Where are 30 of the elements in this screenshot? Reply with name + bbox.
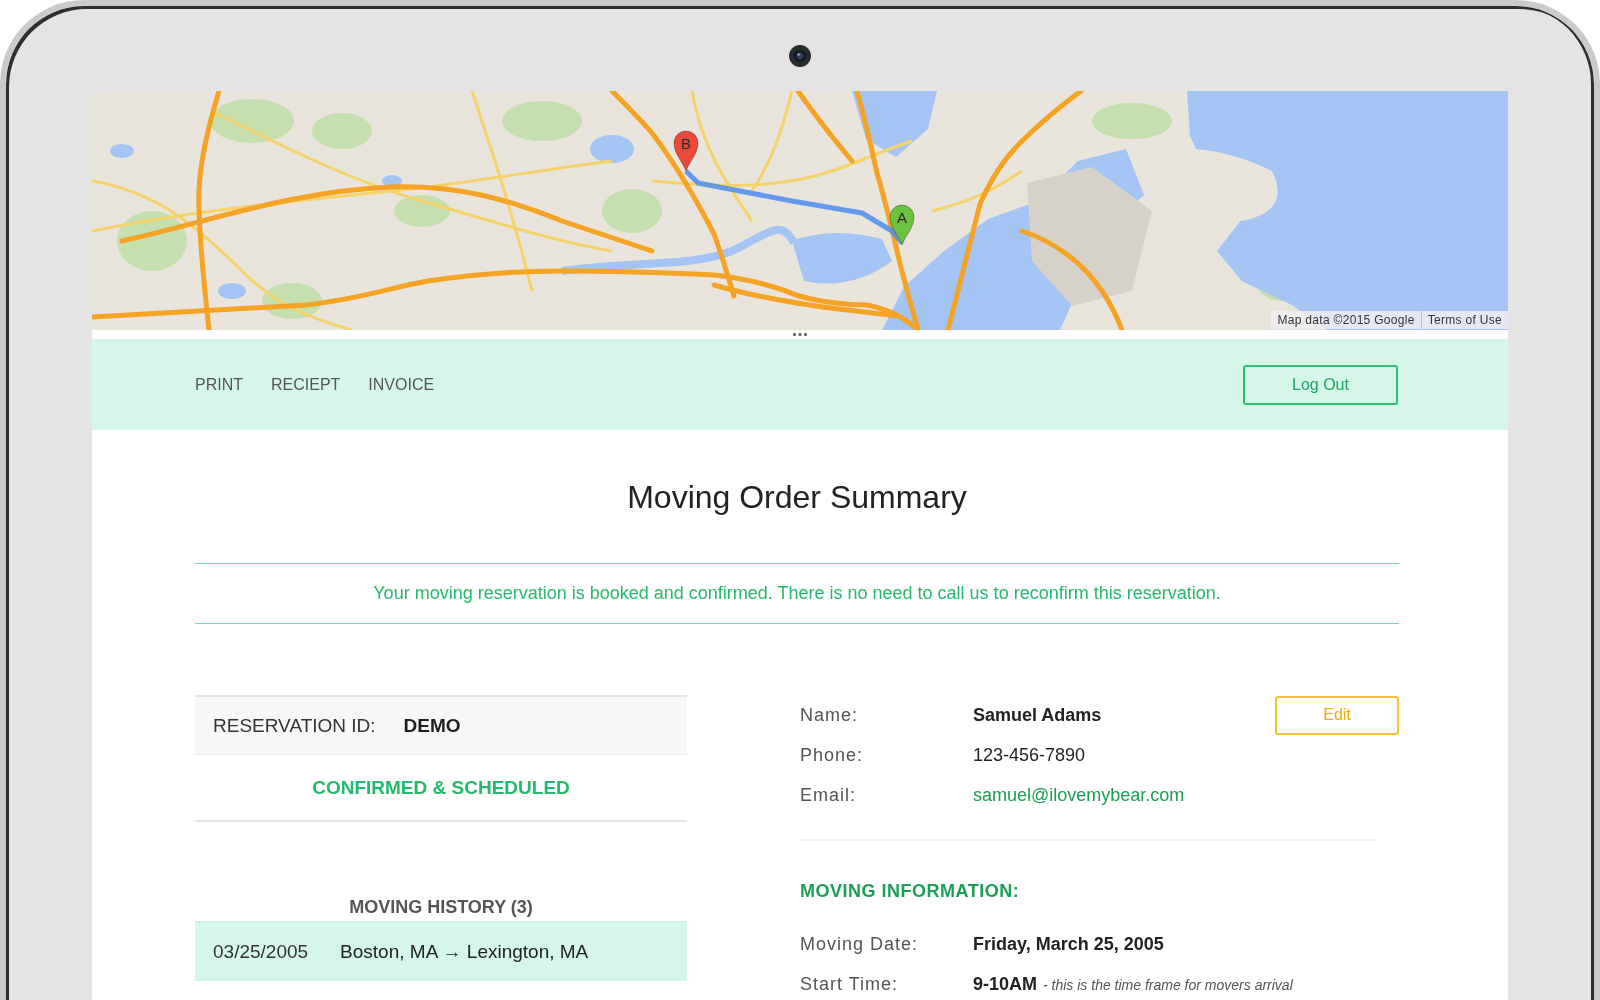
- history-route: Boston, MA → Lexington, MA: [340, 940, 589, 963]
- field-label: Phone:: [800, 744, 865, 766]
- terms-link[interactable]: Terms of Use: [1421, 311, 1508, 329]
- camera-icon: [789, 45, 811, 67]
- map-marker: A: [889, 204, 915, 246]
- field-value: Friday, March 25, 2005: [973, 934, 1164, 955]
- reservation-id-label: RESERVATION ID:: [213, 714, 376, 737]
- history-row[interactable]: 03/25/2005 Boston, MA → Lexington, MA: [195, 921, 687, 981]
- history-heading: MOVING HISTORY (3): [348, 896, 534, 918]
- drag-handle-icon[interactable]: [793, 333, 807, 336]
- nav-link[interactable]: INVOICE: [368, 375, 435, 394]
- nav-link[interactable]: PRINT: [195, 375, 243, 394]
- email-link[interactable]: samuel@ilovemybear.com: [973, 784, 1185, 806]
- field-value: Samuel Adams: [973, 704, 1102, 726]
- field-note: - this is the time frame for movers arrival: [1043, 977, 1293, 993]
- confirmation-message: Your moving reservation is booked and confirmed. There is no need to call us to reconfirm this reservation.: [373, 583, 1221, 604]
- field-value: 123-456-7890: [973, 744, 1086, 766]
- field-label: Name:: [800, 704, 859, 726]
- history-date: 03/25/2005: [213, 940, 309, 963]
- field-label: Start Time:: [800, 974, 900, 995]
- map-attribution: Map data ©2015 Google: [1271, 311, 1421, 329]
- status-label: CONFIRMED & SCHEDULED: [312, 776, 570, 799]
- field-value: 9-10AM: [973, 974, 1038, 995]
- nav-link[interactable]: RECIEPT: [271, 375, 341, 394]
- field-label: Email:: [800, 784, 857, 806]
- section-heading: MOVING INFORMATION:: [800, 880, 1021, 902]
- map-marker: B: [673, 130, 699, 172]
- reservation-id-value: DEMO: [403, 714, 461, 737]
- page-title: Moving Order Summary: [626, 478, 968, 517]
- field-label: Moving Date:: [800, 934, 920, 955]
